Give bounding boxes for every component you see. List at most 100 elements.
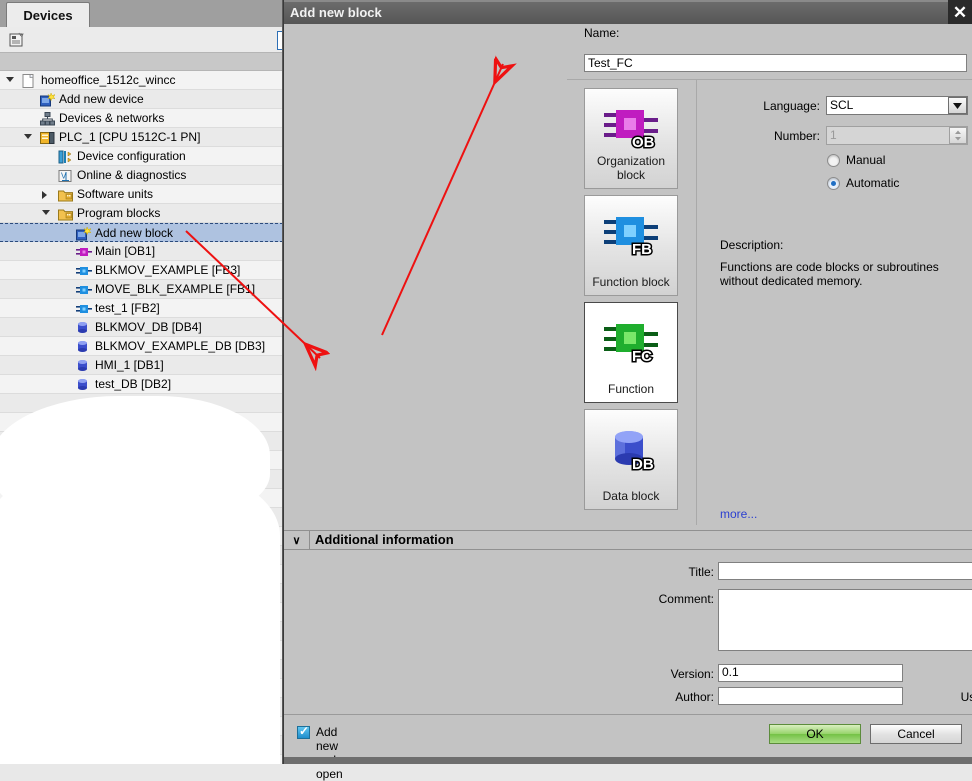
ok-button[interactable]: OK <box>769 724 861 744</box>
tree-item-blkmov-example-db-db3[interactable]: BLKMOV_EXAMPLE_DB [DB3] <box>0 337 282 356</box>
tree-item-add-new-device[interactable]: Add new device <box>0 90 282 109</box>
panel-tab-strip: Devices <box>0 0 282 27</box>
checkbox-indicator <box>297 724 310 739</box>
tree-toolbar <box>0 27 282 53</box>
block-type-tile-fc[interactable]: FC Function <box>584 302 678 403</box>
db-block-icon: DB <box>602 426 660 475</box>
fb-icon <box>76 302 92 316</box>
tree-item-device-configuration[interactable]: Device configuration <box>0 147 282 166</box>
tree-item-label: BLKMOV_EXAMPLE [FB3] <box>95 263 241 277</box>
twisty-down-icon[interactable] <box>42 210 50 218</box>
cancel-button[interactable]: Cancel <box>870 724 962 744</box>
tree-item-hmi-1-db1[interactable]: HMI_1 [DB1] <box>0 356 282 375</box>
svg-text:FC: FC <box>632 348 652 365</box>
twisty-down-icon[interactable] <box>24 134 32 142</box>
block-type-tile-ob[interactable]: OB Organization block <box>584 88 678 189</box>
tree-item-program-blocks[interactable]: Program blocks <box>0 204 282 223</box>
tree-item-label: Software units <box>77 187 154 201</box>
language-label: Language: <box>763 99 820 113</box>
add-new-block-dialog: Add new block ✕ Name: Test_FC OB Organiza… <box>283 0 972 781</box>
tab-devices[interactable]: Devices <box>6 2 90 27</box>
family-label: Family: <box>924 667 972 681</box>
language-select[interactable]: SCL <box>826 96 968 115</box>
tree-item-test-db-db2[interactable]: test_DB [DB2] <box>0 375 282 394</box>
user-defined-id-label: User-defined ID: <box>960 690 972 704</box>
author-input[interactable] <box>718 687 903 705</box>
db-icon <box>76 321 90 335</box>
twisty-right-icon[interactable] <box>42 191 50 199</box>
device-config-icon <box>58 150 72 164</box>
tree-item-online-diagnostics[interactable]: V Online & diagnostics <box>0 166 282 185</box>
db-icon <box>76 340 90 354</box>
additional-information-header[interactable]: ∨ Additional information <box>284 531 972 549</box>
dialog-titlebar[interactable]: Add new block <box>284 2 972 24</box>
tree-item-label: MOVE_BLK_EXAMPLE [FB1] <box>95 282 256 296</box>
tree-item-plc-1-cpu-1512c-1-pn[interactable]: PLC_1 [CPU 1512C-1 PN] <box>0 128 282 147</box>
version-label: Version: <box>670 667 714 681</box>
tree-item-blkmov-example-fb3[interactable]: BLKMOV_EXAMPLE [FB3] <box>0 261 282 280</box>
chevron-down-icon-additional[interactable]: ∨ <box>290 534 303 547</box>
tree-item-label: Devices & networks <box>59 111 165 125</box>
version-input[interactable]: 0.1 <box>718 664 903 682</box>
tree-item-devices-networks[interactable]: Devices & networks <box>0 109 282 128</box>
plc-icon <box>40 131 55 145</box>
block-type-tile-fb[interactable]: FB Function block <box>584 195 678 296</box>
tab-devices-label: Devices <box>23 7 73 23</box>
tree-item-add-new-block[interactable]: Add new block <box>0 223 282 242</box>
tree-item-label: test_DB [DB2] <box>95 377 172 391</box>
additional-separator-bottom <box>284 549 972 550</box>
block-type-tile-caption: Organization block <box>585 154 677 182</box>
fb-icon <box>76 264 92 278</box>
tree-item-blkmov-db-db4[interactable]: BLKMOV_DB [DB4] <box>0 318 282 337</box>
folder-icon <box>58 207 73 221</box>
title-input[interactable] <box>718 562 972 580</box>
ob-icon <box>76 245 92 259</box>
name-label: Name: <box>584 26 620 40</box>
twisty-down-icon[interactable] <box>6 77 14 85</box>
tree-item-software-units[interactable]: Software units <box>0 185 282 204</box>
comment-textarea[interactable]: ∧ ∨ <box>718 589 972 651</box>
project-tree-panel: Devices homeoffice_1512c_wincc Add new de… <box>0 0 283 764</box>
tree-item-label: test_1 [FB2] <box>95 301 160 315</box>
blank-overlay-lower <box>0 470 280 764</box>
tree-item-main-ob1[interactable]: Main [OB1] <box>0 242 282 261</box>
tree-item-test-1-fb2[interactable]: test_1 [FB2] <box>0 299 282 318</box>
tile-caption-line2: block <box>616 168 645 182</box>
block-type-tile-caption: Function block <box>585 275 677 289</box>
tree-item-move-blk-example-fb1[interactable]: MOVE_BLK_EXAMPLE [FB1] <box>0 280 282 299</box>
svg-text:OB: OB <box>632 134 655 151</box>
description-text: Functions are code blocks or subroutines… <box>720 260 939 288</box>
tile-caption-line1: Function <box>607 382 655 396</box>
new-block-icon <box>76 226 92 241</box>
header-divider <box>309 531 310 549</box>
network-icon <box>40 112 55 126</box>
db-icon <box>76 378 90 392</box>
tile-caption-line1: Organization <box>596 154 666 168</box>
name-input[interactable]: Test_FC <box>584 54 967 72</box>
ob-block-icon: OB <box>602 105 660 153</box>
radio-manual-indicator <box>827 154 840 167</box>
tree-filter-icon[interactable] <box>8 31 26 49</box>
svg-text:FB: FB <box>632 241 652 258</box>
tree-item-label: Add new block <box>95 226 174 240</box>
tree-item-label: Add new device <box>59 92 144 106</box>
chevron-down-icon[interactable] <box>948 97 967 114</box>
tree-item-label: BLKMOV_DB [DB4] <box>95 320 202 334</box>
radio-automatic-indicator <box>827 177 840 190</box>
number-stepper <box>949 127 967 144</box>
fb-block-icon: FB <box>602 212 660 260</box>
number-label: Number: <box>773 129 820 143</box>
new-device-icon <box>40 92 56 107</box>
tree-item-label: BLKMOV_EXAMPLE_DB [DB3] <box>95 339 266 353</box>
doc-icon <box>22 74 36 88</box>
comment-label: Comment: <box>658 592 714 606</box>
block-type-tile-caption: Data block <box>585 489 677 503</box>
add-new-and-open-label: Add new and open <box>316 725 343 781</box>
number-input: 1 <box>826 126 968 145</box>
tree-item-homeoffice-1512c-wincc[interactable]: homeoffice_1512c_wincc <box>0 71 282 90</box>
diagnostics-icon: V <box>58 169 72 183</box>
more-link[interactable]: more... <box>720 507 757 521</box>
close-icon[interactable]: ✕ <box>948 0 972 24</box>
block-type-tile-db[interactable]: DB Data block <box>584 409 678 510</box>
block-type-tile-caption: Function <box>585 382 677 396</box>
